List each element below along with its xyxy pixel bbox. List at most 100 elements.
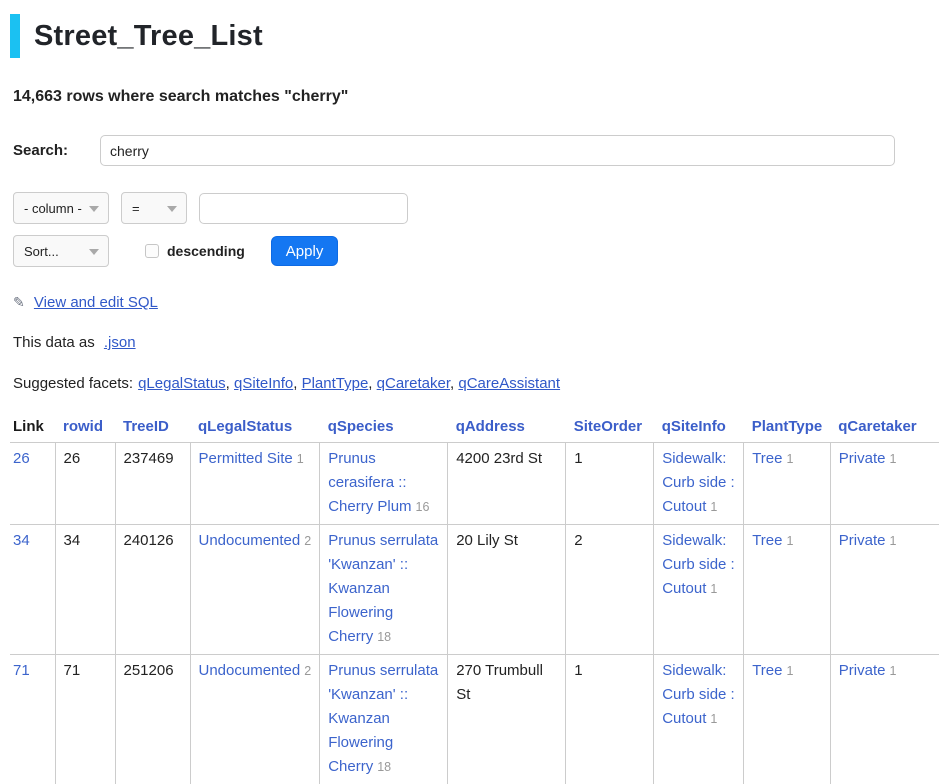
cell-qspecies: Prunus serrulata 'Kwanzan' :: Kwanzan Fl… — [320, 525, 448, 655]
cell-qcaretaker: Private1 — [830, 525, 939, 655]
chevron-down-icon — [167, 206, 177, 212]
data-export-section: This data as .json — [13, 334, 940, 351]
cell-qsiteinfo: Sidewalk: Curb side : Cutout1 — [654, 443, 744, 525]
facet-count: 1 — [889, 664, 896, 678]
row-link[interactable]: 26 — [13, 450, 30, 467]
table-row: 34 34 240126 Undocumented2 Prunus serrul… — [10, 525, 939, 655]
page-title: Street_Tree_List — [34, 20, 263, 53]
facet-value-link[interactable]: Tree — [752, 662, 782, 679]
row-count-summary: 14,663 rows where search matches "cherry… — [13, 88, 940, 106]
column-header-qaddress[interactable]: qAddress — [448, 416, 566, 443]
facet-value-link[interactable]: Tree — [752, 450, 782, 467]
cell-planttype: Tree 1 — [744, 655, 831, 784]
descending-label: descending — [167, 243, 245, 259]
sort-row: Sort... descending Apply — [13, 235, 940, 267]
facet-link-planttype[interactable]: PlantType — [302, 375, 369, 392]
facet-separator: , — [368, 375, 376, 392]
column-header-planttype[interactable]: PlantType — [744, 416, 831, 443]
column-header-qspecies[interactable]: qSpecies — [320, 416, 448, 443]
descending-checkbox[interactable] — [145, 244, 159, 258]
filter-row: - column - = — [13, 192, 940, 224]
column-select[interactable]: - column - — [13, 192, 109, 224]
cell-qaddress: 20 Lily St — [448, 525, 566, 655]
facet-value-link[interactable]: Prunus cerasifera :: Cherry Plum — [328, 450, 411, 515]
facet-link-qsiteinfo[interactable]: qSiteInfo — [234, 375, 293, 392]
cell-qlegalstatus: Undocumented2 — [190, 525, 320, 655]
facet-value-link[interactable]: Prunus serrulata 'Kwanzan' :: Kwanzan Fl… — [328, 662, 438, 775]
facet-link-qcareassistant[interactable]: qCareAssistant — [458, 375, 560, 392]
cell-siteorder: 1 — [566, 443, 654, 525]
facet-link-qlegalstatus[interactable]: qLegalStatus — [138, 375, 226, 392]
facet-value-link[interactable]: Private — [839, 662, 886, 679]
facet-count: 16 — [416, 500, 430, 514]
cell-qspecies: Prunus serrulata 'Kwanzan' :: Kwanzan Fl… — [320, 655, 448, 784]
cell-planttype: Tree 1 — [744, 443, 831, 525]
facet-count: 1 — [710, 712, 717, 726]
column-header-rowid[interactable]: rowid — [55, 416, 115, 443]
column-select-value: - column - — [24, 201, 82, 216]
facet-value-link[interactable]: Tree — [752, 532, 782, 549]
column-header-link: Link — [10, 416, 55, 443]
search-row: Search: — [13, 135, 940, 166]
operator-select[interactable]: = — [121, 192, 187, 224]
column-header-siteorder[interactable]: SiteOrder — [566, 416, 654, 443]
facet-value-link[interactable]: Private — [839, 532, 886, 549]
table-row: 71 71 251206 Undocumented2 Prunus serrul… — [10, 655, 939, 784]
operator-select-value: = — [132, 201, 140, 216]
cell-qlegalstatus: Permitted Site 1 — [190, 443, 320, 525]
facet-count: 1 — [786, 534, 793, 548]
facet-count: 18 — [377, 630, 391, 644]
facet-count: 1 — [297, 452, 304, 466]
facet-link-qcaretaker[interactable]: qCaretaker — [377, 375, 450, 392]
facet-count: 1 — [786, 452, 793, 466]
cell-qsiteinfo: Sidewalk: Curb side : Cutout1 — [654, 655, 744, 784]
suggested-facets-section: Suggested facets: qLegalStatus, qSiteInfo… — [13, 375, 940, 392]
cell-rowid: 34 — [55, 525, 115, 655]
table-header-row: Link rowid TreeID qLegalStatus qSpecies … — [10, 416, 939, 443]
facet-value-link[interactable]: Permitted Site — [199, 450, 293, 467]
cell-qcaretaker: Private1 — [830, 655, 939, 784]
facet-value-link[interactable]: Sidewalk: Curb side : Cutout — [662, 662, 735, 727]
view-edit-sql-section: ✎ View and edit SQL — [13, 294, 940, 311]
table-row: 26 26 237469 Permitted Site1 Prunus cera… — [10, 443, 939, 525]
column-header-treeid[interactable]: TreeID — [115, 416, 190, 443]
cell-planttype: Tree 1 — [744, 525, 831, 655]
facet-value-link[interactable]: Private — [839, 450, 886, 467]
column-header-qcaretaker[interactable]: qCaretaker — [830, 416, 939, 443]
facet-value-link[interactable]: Sidewalk: Curb side : Cutout — [662, 532, 735, 597]
sort-select[interactable]: Sort... — [13, 235, 109, 267]
pencil-icon: ✎ — [13, 294, 25, 311]
facet-separator: , — [226, 375, 234, 392]
search-input[interactable] — [100, 135, 895, 166]
page-header: Street_Tree_List — [10, 14, 940, 58]
cell-qaddress: 4200 23rd St — [448, 443, 566, 525]
facet-value-link[interactable]: Sidewalk: Curb side : Cutout — [662, 450, 735, 515]
facet-count: 1 — [710, 582, 717, 596]
column-header-qlegalstatus[interactable]: qLegalStatus — [190, 416, 320, 443]
cell-treeid: 251206 — [115, 655, 190, 784]
cell-siteorder: 2 — [566, 525, 654, 655]
apply-button[interactable]: Apply — [271, 236, 339, 266]
facet-value-link[interactable]: Undocumented — [199, 662, 301, 679]
filter-value-input[interactable] — [199, 193, 408, 224]
facet-count: 18 — [377, 760, 391, 774]
cell-qsiteinfo: Sidewalk: Curb side : Cutout1 — [654, 525, 744, 655]
accent-bar — [10, 14, 20, 58]
facet-value-link[interactable]: Undocumented — [199, 532, 301, 549]
data-as-prefix: This data as — [13, 334, 95, 351]
cell-qcaretaker: Private1 — [830, 443, 939, 525]
facet-count: 1 — [786, 664, 793, 678]
facet-count: 2 — [304, 534, 311, 548]
facet-count: 1 — [889, 534, 896, 548]
cell-qspecies: Prunus cerasifera :: Cherry Plum16 — [320, 443, 448, 525]
view-edit-sql-link[interactable]: View and edit SQL — [34, 294, 158, 311]
column-header-qsiteinfo[interactable]: qSiteInfo — [654, 416, 744, 443]
sort-select-value: Sort... — [24, 244, 59, 259]
facet-separator: , — [293, 375, 301, 392]
row-link[interactable]: 71 — [13, 662, 30, 679]
search-label: Search: — [13, 142, 100, 159]
json-link[interactable]: .json — [104, 334, 136, 351]
row-link[interactable]: 34 — [13, 532, 30, 549]
facet-value-link[interactable]: Prunus serrulata 'Kwanzan' :: Kwanzan Fl… — [328, 532, 438, 645]
facets-prefix: Suggested facets: — [13, 375, 133, 392]
